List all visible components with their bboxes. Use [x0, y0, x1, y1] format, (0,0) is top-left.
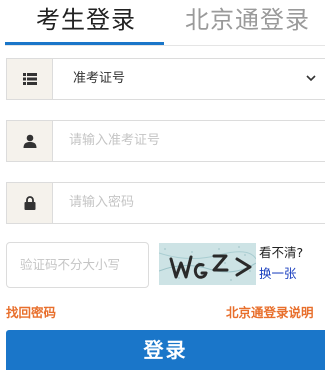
- captcha-input[interactable]: 验证码不分大小写: [6, 242, 149, 288]
- forgot-password-link[interactable]: 找回密码: [6, 304, 56, 322]
- captcha-help: 看不清? 换一张: [259, 243, 303, 283]
- login-tabs: 考生登录 北京通登录: [0, 0, 325, 46]
- exam-number-placeholder: 请输入准考证号: [69, 133, 161, 148]
- captcha-graphic: [159, 243, 256, 285]
- user-icon: [23, 134, 36, 148]
- password-input[interactable]: 请输入密码: [6, 182, 325, 224]
- id-type-select[interactable]: 准考证号: [6, 58, 325, 100]
- captcha-placeholder: 验证码不分大小写: [20, 257, 121, 272]
- beijingtong-help-link[interactable]: 北京通登录说明: [226, 304, 314, 322]
- tab-beijingtong-login[interactable]: 北京通登录: [185, 2, 310, 38]
- exam-number-icon-box: [7, 121, 53, 161]
- exam-number-input[interactable]: 请输入准考证号: [6, 120, 325, 162]
- captcha-refresh-link[interactable]: 换一张: [259, 264, 303, 283]
- tab-candidate-login[interactable]: 考生登录: [36, 2, 136, 38]
- tab-divider: [5, 45, 325, 46]
- captcha-unclear-label: 看不清?: [259, 245, 304, 260]
- list-icon: [22, 73, 37, 85]
- id-type-selected: 准考证号: [73, 71, 126, 86]
- chevron-down-icon: [306, 75, 316, 82]
- id-type-icon-box: [7, 59, 53, 99]
- password-icon-box: [7, 183, 53, 223]
- lock-icon: [24, 196, 35, 210]
- login-button[interactable]: 登录: [6, 330, 325, 370]
- captcha-image[interactable]: [159, 243, 256, 285]
- password-placeholder: 请输入密码: [69, 195, 135, 210]
